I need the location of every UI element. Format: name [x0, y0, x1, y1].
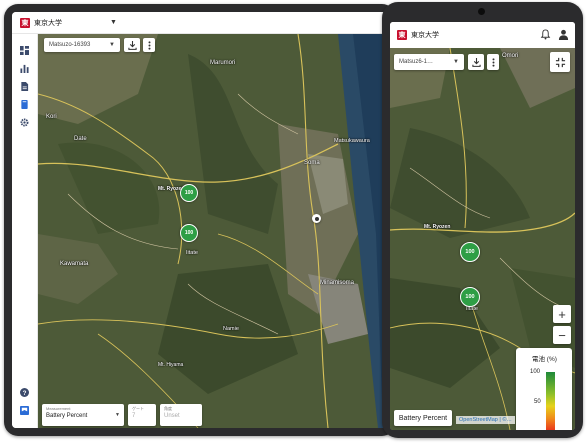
- place-matsukawaura: Matsukawaura: [334, 138, 370, 144]
- legend-color-bar: [546, 372, 555, 430]
- side-rail: ?: [12, 34, 38, 428]
- place-marumori: Marumori: [210, 60, 236, 66]
- legend-title: 電池 (%): [532, 356, 557, 363]
- location-pin-icon[interactable]: [312, 214, 321, 223]
- fullscreen-exit-icon: [555, 57, 565, 67]
- angle-label: 角度: [164, 406, 172, 411]
- place-kawamata: Kawamata: [60, 261, 89, 267]
- phone-device: 東 東京大学 Omori Mt. Ryozen Iitate Matsuz6-1…: [382, 2, 583, 438]
- measurement-label: Measurement: [46, 406, 71, 411]
- layer-tab[interactable]: Battery Percent: [394, 410, 452, 426]
- measurement-select[interactable]: Measurement Battery Percent ▼: [42, 404, 124, 426]
- device-select-value: Matsuz6-1…: [399, 59, 434, 65]
- phone-screen: 東 東京大学 Omori Mt. Ryozen Iitate Matsuz6-1…: [390, 22, 575, 430]
- camera-dot: [478, 8, 485, 15]
- battery-legend: 電池 (%) 100 50 0: [516, 348, 572, 430]
- university-logo: 東: [20, 17, 30, 28]
- settings-icon[interactable]: [20, 118, 29, 127]
- place-mt-hiyama: Mt. Hiyama: [158, 362, 184, 368]
- chevron-down-icon: ▼: [115, 412, 120, 418]
- bar-chart-icon[interactable]: [20, 64, 29, 73]
- bell-icon[interactable]: [540, 29, 551, 40]
- device-select-value: Matsuzo-16393: [49, 42, 91, 48]
- place-date: Date: [74, 136, 87, 142]
- tablet-map[interactable]: Marumori Kori Date Soma Matsukawaura Mt.…: [38, 34, 388, 428]
- angle-value: Unset: [164, 413, 180, 419]
- place-mt-ryozen: Mt. Ryozen: [424, 224, 451, 230]
- gate-field[interactable]: ゲート 7: [128, 404, 156, 426]
- help-icon[interactable]: ?: [20, 388, 29, 397]
- dashboard-icon[interactable]: [20, 46, 29, 55]
- angle-field[interactable]: 角度 Unset: [160, 404, 202, 426]
- svg-text:?: ?: [23, 390, 27, 397]
- legend-max: 100: [530, 369, 541, 375]
- document-icon[interactable]: [20, 82, 29, 91]
- more-vertical-icon: [148, 40, 150, 50]
- tablet-top-bar: 東 東京大学 ▼: [12, 12, 388, 34]
- phone-map[interactable]: Omori Mt. Ryozen Iitate Matsuz6-1… ▼ 100…: [390, 48, 575, 430]
- measurement-value: Battery Percent: [46, 413, 88, 419]
- device-select[interactable]: Matsuz6-1… ▼: [394, 54, 464, 70]
- satellite-terrain: [38, 34, 388, 428]
- phone-top-bar: 東 東京大学: [390, 22, 575, 48]
- place-minamisoma: Minamisoma: [320, 280, 355, 286]
- download-icon: [471, 57, 481, 67]
- place-omori: Omori: [502, 53, 519, 59]
- gate-label: ゲート: [132, 406, 144, 411]
- flag-icon[interactable]: [20, 406, 29, 415]
- place-namie: Namie: [223, 326, 239, 332]
- place-kori: Kori: [46, 114, 57, 120]
- zoom-in-button[interactable]: +: [553, 305, 571, 323]
- tablet-device: 東 東京大学 ▼ ? Marumori Kori Date Soma Matsu…: [4, 4, 396, 436]
- battery-marker[interactable]: 100: [180, 184, 198, 202]
- university-logo: 東: [397, 30, 407, 40]
- download-icon: [127, 40, 137, 50]
- fullscreen-exit-button[interactable]: [550, 52, 570, 72]
- more-button[interactable]: [143, 38, 155, 52]
- chevron-down-icon: ▼: [109, 42, 115, 48]
- org-name: 東京大学: [34, 19, 62, 27]
- book-icon[interactable]: [20, 100, 29, 109]
- battery-marker[interactable]: 100: [460, 242, 480, 262]
- more-vertical-icon: [492, 57, 494, 67]
- zoom-out-button[interactable]: −: [553, 326, 571, 344]
- legend-mid: 50: [534, 399, 541, 405]
- chevron-down-icon: ▼: [453, 59, 459, 65]
- battery-marker[interactable]: 100: [460, 287, 480, 307]
- battery-marker[interactable]: 100: [180, 224, 198, 242]
- caret-down-icon[interactable]: ▼: [110, 19, 117, 26]
- place-iitate: Iitate: [186, 250, 198, 256]
- org-name: 東京大学: [411, 32, 439, 39]
- place-soma: Soma: [304, 160, 320, 166]
- tablet-screen: 東 東京大学 ▼ ? Marumori Kori Date Soma Matsu…: [12, 12, 388, 428]
- map-attribution[interactable]: OpenStreetMap | ©…: [456, 416, 515, 424]
- device-select[interactable]: Matsuzo-16393 ▼: [44, 38, 120, 52]
- download-button[interactable]: [124, 38, 140, 52]
- gate-value: 7: [132, 413, 136, 419]
- more-button[interactable]: [487, 54, 499, 70]
- download-button[interactable]: [468, 54, 484, 70]
- account-icon[interactable]: [558, 29, 569, 40]
